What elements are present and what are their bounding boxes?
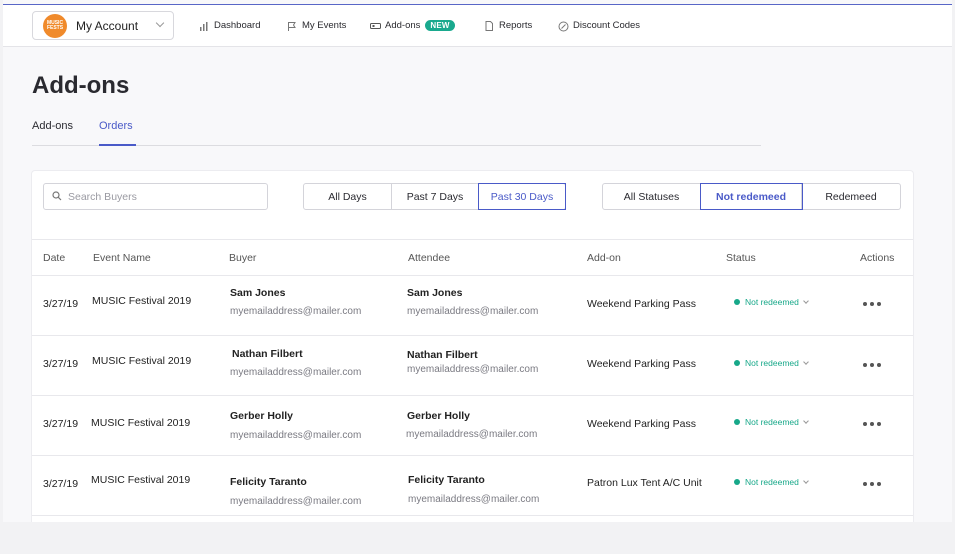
account-label: My Account [76,18,139,33]
cell-add-on: Weekend Parking Pass [587,298,696,310]
tab-add-ons[interactable]: Add-ons [32,120,73,132]
attendee-email: myemailaddress@mailer.com [408,494,540,505]
cell-event: MUSIC Festival 2019 [91,474,191,486]
buyer-email: myemailaddress@mailer.com [230,430,362,441]
bar-chart-icon [199,21,209,31]
ticket-icon [370,21,381,31]
header-status: Status [726,252,756,264]
attendee-name: Gerber Holly [407,410,471,422]
status-filter: All Statuses Not redemeed Redemeed [602,183,901,210]
more-actions-icon[interactable] [863,482,881,486]
buyer-email: myemailaddress@mailer.com [230,367,362,378]
festival-logo: MUSIC FESTS [43,13,67,38]
filter-all-statuses[interactable]: All Statuses [603,184,701,209]
attendee-name: Nathan Filbert [407,349,478,361]
buyer-email: myemailaddress@mailer.com [230,496,362,507]
new-badge: NEW [425,20,455,31]
chevron-down-icon [803,358,809,365]
filter-past-7-days[interactable]: Past 7 Days [392,184,479,209]
status-dot [734,299,740,305]
cell-date: 3/27/19 [43,418,79,430]
header-add-on: Add-on [587,252,621,264]
nav-dashboard-label: Dashboard [214,20,261,31]
status-dropdown[interactable]: Not redeemed [734,297,809,307]
status-label: Not redeemed [745,417,799,427]
table-row[interactable]: 3/27/19 MUSIC Festival 2019 Gerber Holly… [32,396,913,456]
attendee-email: myemailaddress@mailer.com [407,364,539,375]
filter-all-days[interactable]: All Days [304,184,392,209]
nav-my-events-label: My Events [302,20,347,31]
discount-icon [558,21,569,31]
table-row[interactable]: 3/27/19 MUSIC Festival 2019 Felicity Tar… [32,456,913,516]
table-row[interactable]: 3/27/19 MUSIC Festival 2019 Sam Jones my… [32,276,913,336]
status-dropdown[interactable]: Not redeemed [734,417,809,427]
status-label: Not redeemed [745,297,799,307]
header-attendee: Attendee [408,252,451,264]
nav-discount-codes[interactable]: Discount Codes [558,5,640,46]
attendee-email: myemailaddress@mailer.com [407,306,539,317]
more-actions-icon[interactable] [863,363,881,367]
table-row[interactable]: 3/27/19 MUSIC Festival 2019 Nathan Filbe… [32,336,913,396]
nav-my-events[interactable]: My Events [287,5,346,46]
cell-date: 3/27/19 [43,298,79,310]
chevron-down-icon [803,477,809,484]
header-actions: Actions [860,252,895,264]
cell-add-on: Weekend Parking Pass [587,358,696,370]
status-label: Not redeemed [745,358,799,368]
filter-past-30-days[interactable]: Past 30 Days [478,183,566,210]
tab-orders[interactable]: Orders [99,120,133,132]
page-title: Add-ons [32,72,130,99]
nav-dashboard[interactable]: Dashboard [199,5,260,46]
tab-bar: Add-ons Orders [32,113,761,146]
header-event-name: Event Name [93,252,151,264]
buyer-email: myemailaddress@mailer.com [230,306,362,317]
orders-card: All Days Past 7 Days Past 30 Days All St… [32,171,913,522]
buyer-name: Sam Jones [230,287,286,299]
filter-redeemed[interactable]: Redemeed [802,184,900,209]
chevron-down-icon [155,18,165,28]
nav-add-ons[interactable]: Add-ons NEW [370,5,455,46]
buyer-name: Nathan Filbert [232,348,303,360]
search-box[interactable] [43,183,268,210]
flag-icon [287,21,297,31]
top-nav-bar: MUSIC FESTS My Account Dashboard My Even… [3,5,952,47]
nav-reports[interactable]: Reports [484,5,532,46]
day-filter: All Days Past 7 Days Past 30 Days [303,183,566,210]
cell-date: 3/27/19 [43,358,79,370]
cell-add-on: Weekend Parking Pass [587,418,696,430]
status-label: Not redeemed [745,477,799,487]
nav-add-ons-label: Add-ons [385,20,421,31]
app-window: MUSIC FESTS My Account Dashboard My Even… [3,0,952,522]
attendee-email: myemailaddress@mailer.com [406,429,538,440]
status-dot [734,479,740,485]
cell-date: 3/27/19 [43,478,79,490]
header-date: Date [43,252,66,264]
table-header: Date Event Name Buyer Attendee Add-on St… [32,239,913,276]
buyer-name: Gerber Holly [230,410,294,422]
cell-event: MUSIC Festival 2019 [92,295,192,307]
search-input[interactable] [68,190,248,203]
account-dropdown[interactable]: MUSIC FESTS My Account [32,11,174,40]
active-tab-indicator [99,144,136,146]
search-icon [52,188,62,206]
header-buyer: Buyer [229,252,257,264]
document-icon [484,20,494,31]
more-actions-icon[interactable] [863,302,881,306]
more-actions-icon[interactable] [863,422,881,426]
nav-reports-label: Reports [499,20,533,31]
nav-discount-codes-label: Discount Codes [573,20,641,31]
cell-event: MUSIC Festival 2019 [92,355,192,367]
attendee-name: Sam Jones [407,287,463,299]
chevron-down-icon [803,297,809,304]
chevron-down-icon [803,417,809,424]
status-dropdown[interactable]: Not redeemed [734,477,809,487]
attendee-name: Felicity Taranto [408,474,485,486]
status-dot [734,360,740,366]
cell-add-on: Patron Lux Tent A/C Unit [587,477,702,489]
buyer-name: Felicity Taranto [230,476,307,488]
cell-event: MUSIC Festival 2019 [91,417,191,429]
status-dropdown[interactable]: Not redeemed [734,358,809,368]
filter-not-redeemed[interactable]: Not redemeed [700,183,803,210]
status-dot [734,419,740,425]
